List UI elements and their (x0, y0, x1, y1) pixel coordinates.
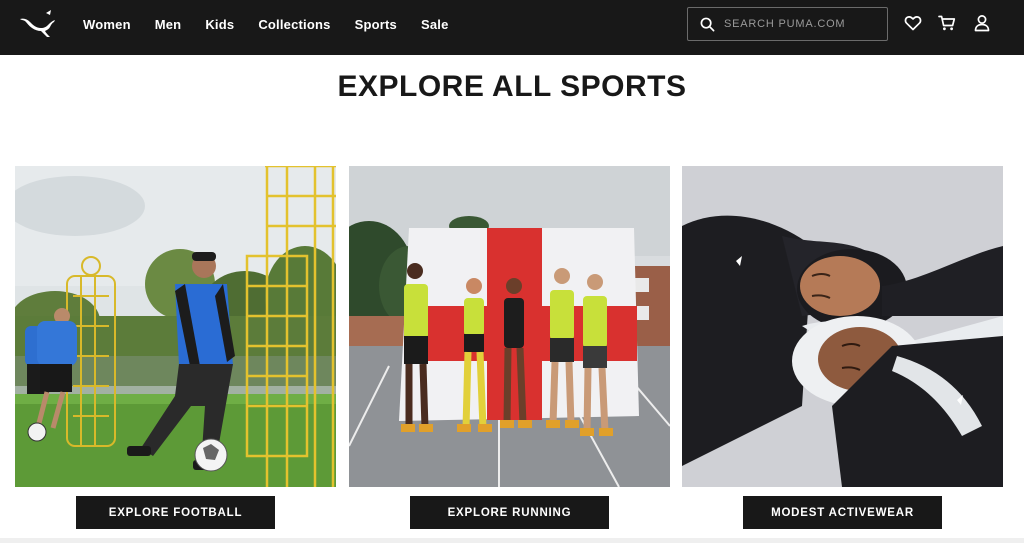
search-icon[interactable] (700, 17, 715, 32)
nav-item-women[interactable]: Women (83, 17, 131, 32)
cart-icon[interactable] (938, 14, 956, 32)
nav-item-kids[interactable]: Kids (205, 17, 234, 32)
page-title: EXPLORE ALL SPORTS (337, 70, 687, 103)
football-player-with-ball-photo (15, 166, 336, 487)
modest-activewear-button[interactable]: MODEST ACTIVEWEAR (743, 496, 942, 529)
explore-football-button[interactable]: EXPLORE FOOTBALL (76, 496, 275, 529)
search-input[interactable] (724, 18, 874, 30)
site-header: Women Men Kids Collections Sports Sale (0, 0, 1024, 55)
two-women-in-hijabs-lying-down-photo (682, 166, 1003, 487)
main-navigation: Women Men Kids Collections Sports Sale (83, 0, 473, 48)
nav-item-collections[interactable]: Collections (258, 17, 330, 32)
nav-item-men[interactable]: Men (155, 17, 182, 32)
wishlist-heart-icon[interactable] (904, 14, 922, 32)
running-tile-image[interactable] (349, 166, 670, 487)
nav-item-sale[interactable]: Sale (421, 17, 449, 32)
section-divider (0, 538, 1024, 543)
account-icon[interactable] (973, 14, 991, 32)
football-tile-image[interactable] (15, 166, 336, 487)
modest-activewear-tile-image[interactable] (682, 166, 1003, 487)
nav-item-sports[interactable]: Sports (355, 17, 397, 32)
puma-cat-logo-icon[interactable] (17, 9, 57, 39)
explore-running-button[interactable]: EXPLORE RUNNING (410, 496, 609, 529)
runners-in-front-of-flag-photo (349, 166, 670, 487)
search-box[interactable] (687, 7, 888, 41)
